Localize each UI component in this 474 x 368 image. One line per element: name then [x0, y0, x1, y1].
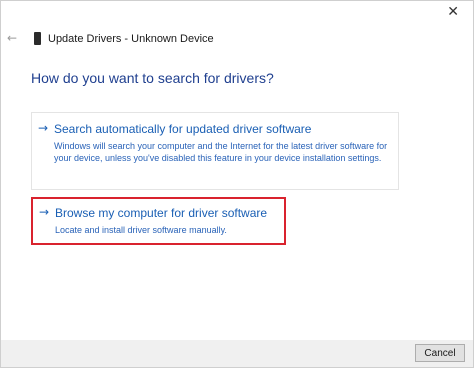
- option-description: Windows will search your computer and th…: [54, 141, 388, 163]
- update-drivers-dialog: ✕ ← Update Drivers - Unknown Device How …: [0, 0, 474, 368]
- device-icon: [34, 32, 41, 45]
- option-title: Browse my computer for driver software: [55, 206, 268, 220]
- page-heading: How do you want to search for drivers?: [31, 70, 274, 86]
- back-arrow-icon[interactable]: ←: [7, 31, 17, 45]
- dialog-footer: Cancel: [1, 340, 473, 367]
- option-title: Search automatically for updated driver …: [54, 122, 312, 136]
- arrow-right-icon: →: [39, 205, 50, 219]
- window-title: Update Drivers - Unknown Device: [48, 33, 214, 45]
- cancel-button[interactable]: Cancel: [415, 344, 465, 362]
- browse-computer-option[interactable]: → Browse my computer for driver software…: [31, 197, 286, 245]
- close-icon[interactable]: ✕: [447, 5, 459, 19]
- option-description: Locate and install driver software manua…: [55, 225, 227, 235]
- search-automatically-option[interactable]: → Search automatically for updated drive…: [31, 112, 399, 190]
- arrow-right-icon: →: [38, 121, 49, 135]
